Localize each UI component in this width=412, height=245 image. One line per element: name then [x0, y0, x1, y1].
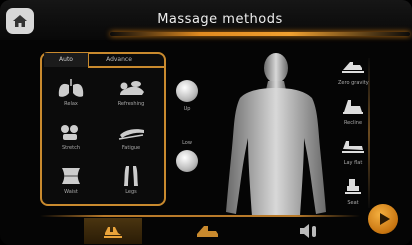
tab-divider	[88, 66, 164, 68]
seat-icon	[345, 179, 361, 194]
audio-icon	[300, 224, 316, 238]
position-label: Zero gravity	[338, 80, 369, 86]
program-label: Refreshing	[117, 101, 145, 107]
audio-tab[interactable]	[280, 218, 338, 244]
bottom-divider	[40, 215, 360, 217]
position-zero-gravity-button[interactable]: Zero gravity	[338, 56, 369, 86]
position-seat-button[interactable]: Seat	[338, 176, 368, 206]
program-label: Waist	[64, 189, 78, 195]
program-panel: Auto Advance Relax Refreshing Stretch Fa…	[40, 52, 166, 206]
up-label: Up	[183, 106, 191, 112]
position-recline-button[interactable]: Recline	[338, 96, 368, 126]
play-icon	[380, 213, 390, 225]
tab-auto[interactable]: Auto	[44, 53, 89, 67]
low-ball-button[interactable]	[176, 150, 198, 172]
reclining-icon	[118, 129, 144, 140]
sleeping-person-icon	[120, 81, 144, 95]
tab-advance[interactable]: Advance	[94, 53, 144, 67]
program-refreshing-button[interactable]: Refreshing	[108, 76, 154, 112]
program-grid: Relax Refreshing Stretch Fatigue Waist L…	[48, 76, 158, 200]
program-label: Fatigue	[121, 145, 141, 151]
recline-icon	[343, 100, 363, 114]
program-label: Stretch	[61, 145, 81, 151]
chair-tab[interactable]	[178, 218, 236, 244]
position-label: Recline	[343, 120, 363, 126]
position-label: Lay flat	[343, 160, 363, 166]
start-button[interactable]	[368, 204, 398, 234]
massage-methods-tab[interactable]	[84, 218, 142, 244]
home-icon	[13, 15, 27, 27]
body-figure	[226, 53, 326, 216]
program-stretch-button[interactable]: Stretch	[48, 120, 94, 156]
program-relax-button[interactable]: Relax	[48, 76, 94, 112]
program-waist-button[interactable]: Waist	[48, 164, 94, 200]
page-title: Massage methods	[157, 12, 283, 27]
lungs-icon	[58, 79, 84, 97]
app-frame: Massage methods Auto Advance Relax Refre…	[0, 0, 412, 245]
lay-flat-icon	[342, 141, 364, 153]
low-label: Low	[182, 140, 192, 146]
program-label: Relax	[64, 101, 78, 107]
position-label: Seat	[347, 200, 359, 206]
stretch-icon	[61, 125, 78, 140]
chair-icon	[197, 226, 218, 237]
up-ball-button[interactable]	[176, 80, 198, 102]
massage-hands-icon	[104, 227, 122, 238]
program-legs-button[interactable]: Legs	[108, 164, 154, 200]
home-button[interactable]	[6, 8, 34, 34]
program-fatigue-button[interactable]: Fatigue	[108, 120, 154, 156]
waist-icon	[62, 168, 80, 184]
legs-icon	[124, 166, 138, 186]
title-underline	[110, 32, 410, 36]
position-lay-flat-button[interactable]: Lay flat	[338, 136, 368, 166]
program-label: Legs	[125, 189, 137, 195]
zero-gravity-icon	[342, 62, 364, 73]
